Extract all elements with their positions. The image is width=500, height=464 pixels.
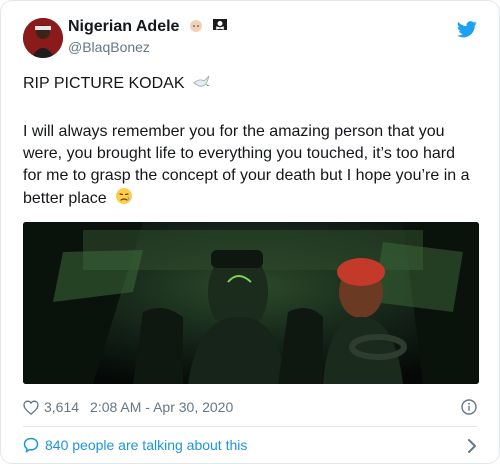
tweet-body-text: I will always remember you for the amazi… xyxy=(23,123,470,207)
tweet-meta: 3,614 2:08 AM - Apr 30, 2020 xyxy=(23,399,233,415)
heart-icon[interactable] xyxy=(23,399,39,415)
timestamp[interactable]: 2:08 AM - Apr 30, 2020 xyxy=(90,399,233,415)
speech-bubble-icon xyxy=(23,437,39,453)
dove-emoji-icon xyxy=(193,74,211,97)
tweet-card: Nigerian Adele @BlaqBonez RIP PICTURE KO… xyxy=(0,0,500,464)
chevron-right-icon[interactable] xyxy=(467,438,477,459)
twitter-bird-icon[interactable] xyxy=(456,21,477,43)
sad-relieved-face-emoji-icon xyxy=(115,187,133,212)
avatar[interactable] xyxy=(23,18,63,58)
info-icon[interactable] xyxy=(461,399,477,420)
avatar-image xyxy=(23,18,63,58)
display-name-text: Nigerian Adele xyxy=(68,18,180,35)
talking-count-text: 840 people are talking about this xyxy=(45,437,248,453)
tweet-media-photo[interactable] xyxy=(23,222,479,384)
display-name[interactable]: Nigerian Adele xyxy=(68,17,228,38)
user-handle[interactable]: @BlaqBonez xyxy=(68,39,150,55)
tweet-title-line: RIP PICTURE KODAK xyxy=(23,73,477,97)
conversation-link[interactable]: 840 people are talking about this xyxy=(23,437,247,453)
divider xyxy=(23,426,477,427)
like-count[interactable]: 3,614 xyxy=(44,399,79,415)
tweet-body: I will always remember you for the amazi… xyxy=(23,121,477,212)
tweet-title-text: RIP PICTURE KODAK xyxy=(23,75,185,92)
car-interior-photo xyxy=(23,222,479,384)
pirate-flag-emoji-icon xyxy=(212,17,228,38)
old-woman-emoji-icon xyxy=(188,17,204,38)
